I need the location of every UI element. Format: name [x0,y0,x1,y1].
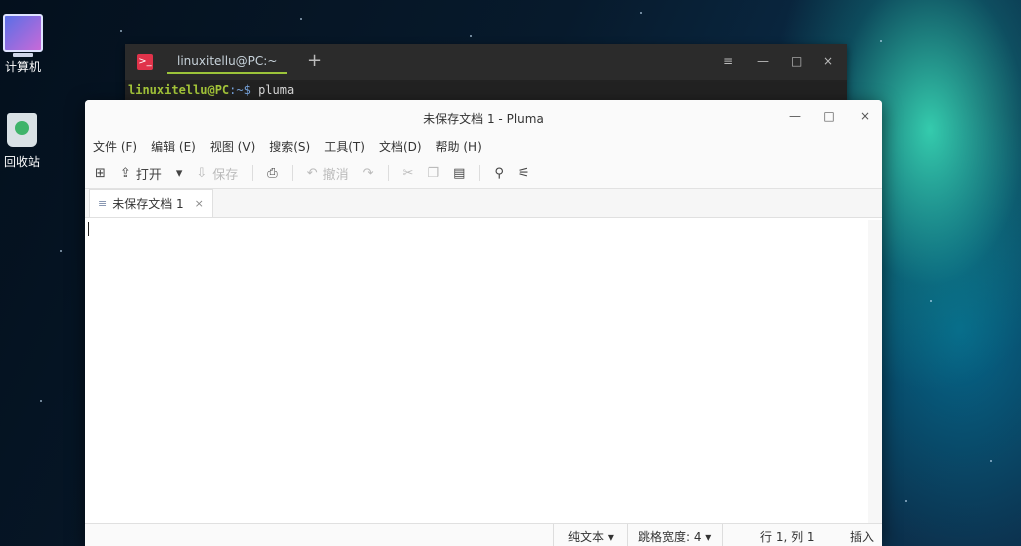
terminal-tabbar: >_ linuxitellu@PC:~ + ≡ — □ × [125,44,847,80]
text-caret [88,222,89,236]
text-editor-area[interactable] [85,220,882,524]
redo-icon[interactable]: ↷ [363,166,374,181]
document-tabs: ≡ 未保存文档 1 × [85,189,882,218]
menu-search[interactable]: 搜索(S) [269,138,310,155]
pluma-titlebar[interactable]: 未保存文档 1 - Pluma — □ × [85,100,882,134]
terminal-menu-button[interactable]: ≡ [723,54,733,68]
new-tab-button[interactable]: + [307,50,322,71]
menu-tools[interactable]: 工具(T) [324,138,365,155]
terminal-tab[interactable]: >_ linuxitellu@PC:~ [137,48,288,76]
open-button[interactable]: 打开 [136,164,162,183]
toolbar-separator [387,165,389,181]
window-title: 未保存文档 1 - Pluma [423,112,544,126]
terminal-command: pluma [250,83,295,97]
menu-file[interactable]: 文件 (F) [93,138,137,155]
desktop-icon-label: 回收站 [3,155,40,169]
insert-mode: 插入 [850,530,875,544]
trash-icon [7,113,37,147]
pluma-window[interactable]: 未保存文档 1 - Pluma — □ × 文件 (F) 编辑 (E) 视图 (… [85,100,882,546]
close-button[interactable]: × [855,109,875,123]
status-separator [722,524,723,546]
new-document-icon[interactable]: ⊞ [95,166,106,181]
computer-icon [3,14,43,57]
toolbar-separator [479,165,481,181]
close-tab-icon[interactable]: × [195,197,204,210]
terminal-minimize-button[interactable]: — [757,54,769,68]
open-icon[interactable]: ⇪ [120,166,131,181]
terminal-close-button[interactable]: × [823,54,833,68]
print-icon[interactable]: ⎙ [267,166,277,181]
desktop-computer[interactable]: 计算机 [0,14,51,75]
save-icon[interactable]: ⇩ [196,166,207,181]
document-tab-label: 未保存文档 1 [112,197,184,211]
terminal-tab-title: linuxitellu@PC:~ [167,50,288,74]
status-separator [553,524,554,546]
document-tab[interactable]: ≡ 未保存文档 1 × [89,189,213,217]
undo-icon[interactable]: ↶ [307,166,318,181]
syntax-selector[interactable]: 纯文本 ▾ [568,528,614,545]
terminal-icon: >_ [137,54,153,70]
terminal-maximize-button[interactable]: □ [791,54,802,68]
open-dropdown-icon[interactable]: ▾ [176,166,183,181]
menu-edit[interactable]: 编辑 (E) [151,138,196,155]
undo-button[interactable]: 撤消 [323,164,349,183]
menubar: 文件 (F) 编辑 (E) 视图 (V) 搜索(S) 工具(T) 文档(D) 帮… [85,134,882,158]
prompt-user: linuxitellu@PC [128,83,230,97]
maximize-button[interactable]: □ [819,109,839,123]
paste-icon[interactable]: ▤ [453,166,465,181]
menu-documents[interactable]: 文档(D) [379,138,422,155]
replace-icon[interactable]: ⚟ [518,166,530,181]
desktop-icon-label: 计算机 [4,60,41,74]
desktop-trash[interactable]: 回收站 [0,113,50,170]
cursor-position: 行 1, 列 1 [760,530,815,544]
toolbar-separator [252,165,254,181]
vertical-scrollbar[interactable] [868,220,882,524]
save-button[interactable]: 保存 [212,164,238,183]
toolbar: ⊞ ⇪ 打开 ▾ ⇩ 保存 ⎙ ↶ 撤消 ↷ ✂ ❐ ▤ ⚲ ⚟ [85,158,882,189]
statusbar: 纯文本 ▾ 跳格宽度: 4 ▾ 行 1, 列 1 插入 [85,523,882,546]
menu-help[interactable]: 帮助 (H) [436,138,482,155]
copy-icon[interactable]: ❐ [427,166,439,181]
status-separator [627,524,628,546]
toolbar-separator [291,165,293,181]
document-icon: ≡ [98,197,108,210]
tab-width-selector[interactable]: 跳格宽度: 4 ▾ [638,528,711,545]
cut-icon[interactable]: ✂ [403,166,414,181]
menu-view[interactable]: 视图 (V) [210,138,255,155]
prompt-path: :~$ [229,83,251,97]
search-icon[interactable]: ⚲ [494,166,504,181]
terminal-window[interactable]: >_ linuxitellu@PC:~ + ≡ — □ × linuxitell… [125,44,847,104]
terminal-output[interactable]: linuxitellu@PC:~$ pluma [125,80,847,100]
minimize-button[interactable]: — [785,109,805,123]
